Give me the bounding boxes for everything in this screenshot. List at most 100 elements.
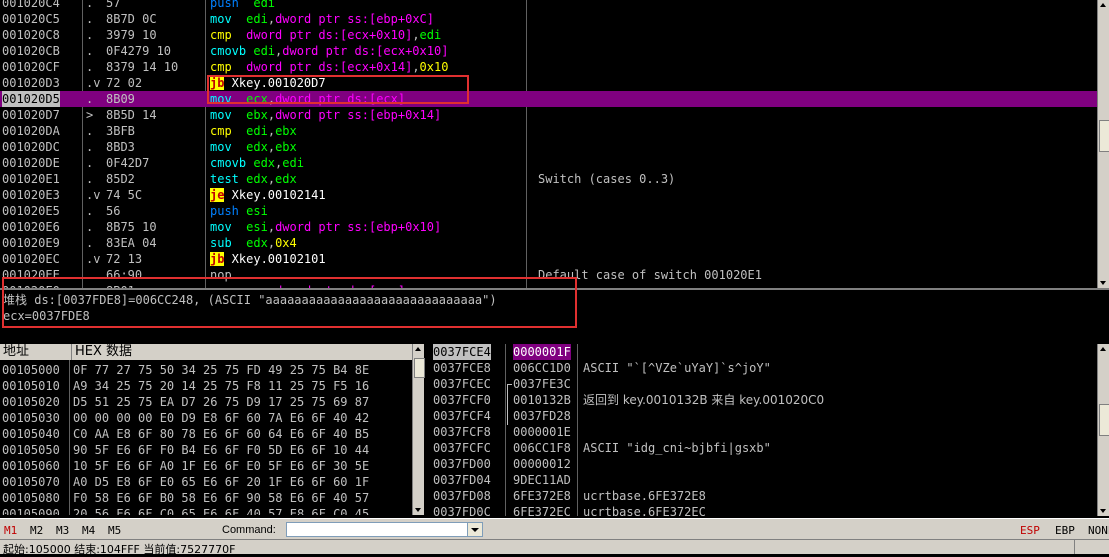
stack-row[interactable]: 0037FCF8 0000001E: [429, 424, 1099, 440]
hex-row[interactable]: 00105030 00 00 00 00 E0 D9 E8 6F 60 7A E6…: [0, 410, 412, 426]
hex-row[interactable]: 00105040 C0 AA E8 6F 80 78 E6 6F 60 64 E6…: [0, 426, 412, 442]
instruction-token: edx: [238, 172, 268, 186]
hex-address: 00105010: [2, 379, 60, 393]
stack-address: 0037FCEC: [433, 377, 491, 391]
disasm-instruction: sub edx,0x4: [210, 235, 297, 251]
scrollbar-thumb[interactable]: [1099, 404, 1109, 436]
disasm-jump-marker: .: [86, 236, 94, 250]
disasm-row[interactable]: 001020C4. 57 push edi: [0, 0, 1098, 11]
hex-address: 00105000: [2, 363, 60, 377]
instruction-token: [232, 92, 246, 106]
stack-row[interactable]: 0037FCEC 0037FE3C: [429, 376, 1099, 425]
disasm-row[interactable]: 001020DA. 3BFB cmp edi,ebx: [0, 123, 1098, 139]
scrollbar-thumb[interactable]: [414, 358, 425, 378]
hex-address: 00105020: [2, 395, 60, 409]
disassembly-scrollbar[interactable]: [1097, 0, 1109, 288]
hex-row[interactable]: 00105020 D5 51 25 75 EA D7 26 75 D9 17 25…: [0, 394, 412, 410]
disasm-hex-bytes: 8B75 10: [106, 220, 157, 234]
stack-row[interactable]: 0037FCF0 0010132B 返回到 key.0010132B 来自 key.…: [429, 392, 1099, 408]
disasm-row[interactable]: 001020CB. 0F4279 10 cmovb edi,dword ptr ds…: [0, 43, 1098, 59]
stack-row[interactable]: 0037FD08 6FE372E8 ucrtbase.6FE372E8: [429, 488, 1099, 504]
scroll-down-icon[interactable]: [1100, 281, 1106, 285]
stack-row[interactable]: 0037FCFC 006CC1F8 ASCII "idg_cni~bjbfi|gsx…: [429, 440, 1099, 456]
disasm-row[interactable]: 001020E6. 8B75 10 mov esi,dword ptr ss:[eb…: [0, 219, 1098, 235]
stack-row[interactable]: 0037FCF4 0037FD28: [429, 408, 1099, 424]
disasm-jump-marker: .: [86, 220, 94, 234]
command-input[interactable]: [286, 522, 468, 537]
hex-bytes: 00 00 00 00 E0 D9 E8 6F 60 7A E6 6F 40 4…: [73, 411, 370, 425]
hex-row[interactable]: 00105080 F0 58 E6 6F B0 58 E6 6F 90 58 E6…: [0, 490, 412, 506]
scrollbar-thumb[interactable]: [1099, 120, 1109, 152]
disasm-row[interactable]: 001020D5. 8B09 mov ecx,dword ptr ds:[ecx]: [0, 91, 1098, 107]
stack-value: 0000001F: [513, 344, 571, 360]
instruction-token: [232, 220, 246, 234]
hex-row[interactable]: 00105000 0F 77 27 75 50 34 25 75 FD 49 25…: [0, 362, 412, 378]
disasm-row[interactable]: 001020DE. 0F42D7 cmovb edx,edi: [0, 155, 1098, 171]
disasm-row[interactable]: 001020D3 .v 72 02 jb Xkey.001020D7: [0, 75, 1098, 91]
disasm-row[interactable]: 001020D7 >8B5D 14 mov ebx,dword ptr ss:[eb…: [0, 107, 1098, 123]
stack-row[interactable]: 0037FD04 9DEC11AD: [429, 472, 1099, 488]
instruction-token: edx: [275, 172, 297, 186]
disasm-row[interactable]: 001020E3 .v 74 5C je Xkey.00102141: [0, 187, 1098, 203]
stack-address: 0037FCE4: [433, 344, 491, 360]
disasm-hex-bytes: 72 13: [106, 252, 143, 266]
disasm-hex-bytes: 85D2: [106, 172, 135, 186]
stack-scrollbar[interactable]: [1097, 344, 1109, 516]
status-divider: [1074, 540, 1109, 554]
tab-m2[interactable]: M2: [30, 523, 43, 539]
hex-header-address[interactable]: 地址: [0, 344, 72, 360]
hex-row[interactable]: 00105090 20 56 E6 6F C0 65 E6 6F 40 57 E8…: [0, 506, 412, 515]
hex-row[interactable]: 00105070 A0 D5 E8 6F E0 65 E6 6F 20 1F E6…: [0, 474, 412, 490]
instruction-token: test: [210, 172, 239, 186]
disasm-row[interactable]: 001020E5. 56 push esi: [0, 203, 1098, 219]
disasm-address: 001020EC: [2, 252, 60, 266]
command-bar: M1 M2 M3 M4 M5 Command: ESP EBP NONE: [0, 518, 1109, 539]
disasm-row[interactable]: 001020DC. 8BD3 mov edx,ebx: [0, 139, 1098, 155]
disasm-row[interactable]: 001020EE. 66:90 nop Default case of switch …: [0, 267, 1098, 283]
disassembly-pane[interactable]: 001020C4. 57 push edi 001020C5. 8B7D 0C mov e…: [0, 0, 1098, 288]
disasm-row[interactable]: 001020CF. 8379 14 10 cmp dword ptr ds:[ecx…: [0, 59, 1098, 75]
hex-row[interactable]: 00105010 A9 34 25 75 20 14 25 75 F8 11 25…: [0, 378, 412, 394]
disasm-row[interactable]: 001020E1. 85D2 test edx,edx Switch (cases 0…: [0, 171, 1098, 187]
tab-m4[interactable]: M4: [82, 523, 95, 539]
tab-m5[interactable]: M5: [108, 523, 121, 539]
instruction-token: ,: [267, 92, 276, 106]
stack-address: 0037FD0C: [433, 505, 491, 516]
chevron-down-icon[interactable]: [467, 522, 483, 537]
stack-row[interactable]: 0037FCE8 006CC1D0 ASCII "`[^VZe`uYaY]`s^jo…: [429, 360, 1099, 376]
scroll-up-icon[interactable]: [1100, 3, 1106, 7]
tab-m3[interactable]: M3: [56, 523, 69, 539]
hex-header-data[interactable]: HEX 数据: [72, 344, 413, 360]
scroll-up-icon[interactable]: [415, 347, 421, 351]
tab-m1[interactable]: M1: [4, 523, 17, 539]
stack-row[interactable]: 0037FCE4 0000001F: [429, 344, 1099, 360]
hex-dump-pane[interactable]: 00105000 0F 77 27 75 50 34 25 75 FD 49 25…: [0, 360, 412, 515]
scroll-up-icon[interactable]: [1100, 347, 1106, 351]
disasm-row[interactable]: 001020C5. 8B7D 0C mov edi,dword ptr ss:[eb…: [0, 11, 1098, 27]
hex-row[interactable]: 00105060 10 5F E6 6F A0 1F E6 6F E0 5F E6…: [0, 458, 412, 474]
stack-address: 0037FD00: [433, 457, 491, 471]
disasm-row[interactable]: 001020E9. 83EA 04 sub edx,0x4: [0, 235, 1098, 251]
stack-row[interactable]: 0037FD0C 6FE372EC ucrtbase.6FE372EC: [429, 504, 1099, 516]
hex-row[interactable]: 00105050 90 5F E6 6F F0 B4 E6 6F F0 5D E6…: [0, 442, 412, 458]
disasm-address: 001020E5: [2, 204, 60, 218]
register-none[interactable]: NONE: [1088, 523, 1109, 539]
instruction-token: ,: [267, 108, 276, 122]
disasm-instruction: test edx,edx: [210, 171, 297, 187]
stack-row[interactable]: 0037FD00 00000012: [429, 456, 1099, 472]
hex-bytes: 90 5F E6 6F F0 B4 E6 6F F0 5D E6 6F 10 4…: [73, 443, 370, 457]
instruction-token: ,: [267, 236, 276, 250]
hex-scrollbar[interactable]: [412, 344, 425, 515]
disasm-instruction: mov ebx,dword ptr ss:[ebp+0x14]: [210, 107, 441, 123]
instruction-token: mov: [210, 140, 232, 154]
instruction-token: nop: [210, 268, 232, 282]
disasm-row[interactable]: 001020EC .v 72 13 jb Xkey.00102101: [0, 251, 1098, 267]
disasm-row[interactable]: 001020C8. 3979 10 cmp dword ptr ds:[ecx+0x…: [0, 27, 1098, 43]
stack-pane[interactable]: 0037FCE4 0000001F 0037FCE8 006CC1D0 ASCII "`…: [429, 344, 1099, 516]
register-ebp[interactable]: EBP: [1055, 523, 1075, 539]
register-esp[interactable]: ESP: [1020, 523, 1040, 539]
info-pane: 堆栈 ds:[0037FDE8]=006CC248, (ASCII "aaaaa…: [0, 288, 1109, 344]
scroll-down-icon[interactable]: [1100, 509, 1106, 513]
instruction-token: jb: [210, 76, 225, 90]
scroll-down-icon[interactable]: [415, 508, 421, 512]
